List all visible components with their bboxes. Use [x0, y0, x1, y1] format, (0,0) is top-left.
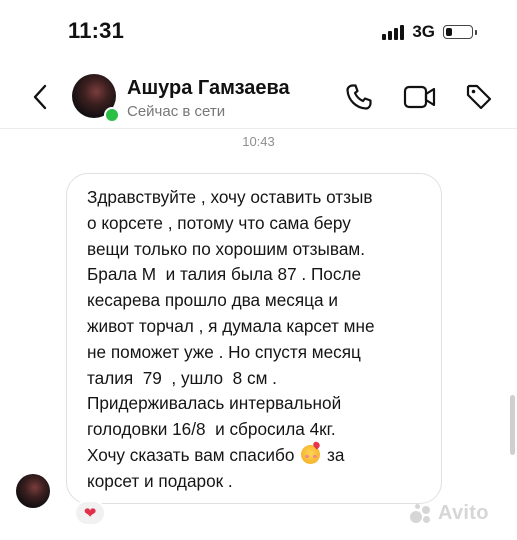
battery-level [446, 28, 452, 36]
scrollbar[interactable] [510, 395, 515, 455]
heart-reaction[interactable]: ❤ [74, 500, 106, 526]
message-timestamp: 10:43 [242, 134, 275, 149]
avito-watermark-text: Avito [438, 502, 489, 524]
message-line: вещи только по хорошим отзывам. [87, 238, 365, 259]
tag-icon[interactable] [464, 82, 494, 112]
message-text: за [322, 444, 345, 465]
message-line: Придерживалась интервальной [87, 393, 342, 414]
contact-status: Сейчас в сети [127, 103, 226, 120]
smiling-face-with-hearts-icon [301, 444, 321, 464]
signal-icon [382, 24, 405, 40]
video-call-icon[interactable] [403, 84, 437, 110]
battery-tip [475, 29, 477, 35]
phone-icon[interactable] [344, 82, 374, 112]
message-line: талия 79 , ушло 8 см . [87, 367, 277, 388]
status-time: 11:31 [68, 18, 125, 43]
message-line: живот торчал , я думала карсет мне [87, 315, 375, 336]
network-type: 3G [412, 22, 435, 41]
message-line: Здравствуйте , хочу оставить отзыв [87, 187, 373, 207]
message-text: Хочу сказать вам спасибо [87, 444, 295, 465]
message-line: кесарева прошло два месяца и [87, 290, 338, 311]
chat-screen: 11:31 3G Ашура Гамзаева Сейчас в сети 10… [0, 0, 517, 540]
avito-watermark: Avito [410, 502, 489, 525]
message-line: о корсете , потому что сама беру [87, 212, 351, 233]
battery-icon [443, 25, 473, 39]
message-line: не поможет уже . Но спустя месяц [87, 341, 361, 362]
message-line: Брала М и талия была 87 . После [87, 264, 362, 285]
contact-name[interactable]: Ашура Гамзаева [127, 77, 290, 100]
header-divider [0, 128, 517, 129]
sender-avatar[interactable] [16, 474, 50, 508]
message-line: голодовки 16/8 и сбросила 4кг. [87, 419, 336, 440]
chat-header: Ашура Гамзаева Сейчас в сети [0, 68, 517, 128]
message-line: корсет и подарок . [87, 470, 233, 491]
message-line-with-emoji: Хочу сказать вам спасибо за [87, 443, 429, 469]
back-arrow-icon[interactable] [28, 82, 54, 112]
heart-icon: ❤ [83, 505, 97, 522]
avito-logo-icon [410, 503, 434, 525]
message-bubble[interactable]: Здравствуйте , хочу оставить отзыв о кор… [66, 173, 442, 504]
online-indicator [104, 107, 120, 123]
status-indicators: 3G [382, 22, 477, 42]
